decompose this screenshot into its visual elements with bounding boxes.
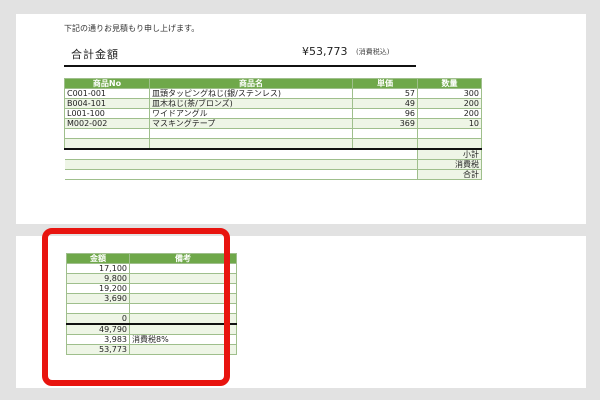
items-table: 商品No 商品名 単価 数量 C001-001 皿頭タッピングねじ(銀/ステンレ… <box>64 78 482 180</box>
table-row: B004-101 皿木ねじ(茶/ブロンズ) 49 200 <box>64 98 482 109</box>
cell-quantity: 200 <box>417 108 482 119</box>
intro-text: 下記の通りお見積もり申し上げます。 <box>64 24 200 33</box>
cell-product-no: L001-100 <box>64 108 150 119</box>
table-row: C001-001 皿頭タッピングねじ(銀/ステンレス) 57 300 <box>64 88 482 99</box>
grand-total-label: 合計 <box>417 169 482 180</box>
header-quantity: 数量 <box>417 78 482 89</box>
total-amount-value: ¥53,773 <box>302 45 348 58</box>
header-unit-price: 単価 <box>352 78 418 89</box>
cell-product-no: M002-002 <box>64 118 150 129</box>
cell-product-no: B004-101 <box>64 98 150 109</box>
cell-quantity: 300 <box>417 88 482 99</box>
cell-product-no: C001-001 <box>64 88 150 99</box>
cell-unit-price: 57 <box>352 88 418 99</box>
total-amount-label: 合計金額 <box>71 48 119 61</box>
grand-total-row: 合計 <box>64 169 482 180</box>
cell-quantity: 10 <box>417 118 482 129</box>
cell-product-name: マスキングテープ <box>149 118 353 129</box>
tax-row: 消費税 <box>64 159 482 170</box>
cell-product-name: 皿頭タッピングねじ(銀/ステンレス) <box>149 88 353 99</box>
header-product-no: 商品No <box>64 78 150 89</box>
cell-unit-price: 96 <box>352 108 418 119</box>
table-row: M002-002 マスキングテープ 369 10 <box>64 118 482 129</box>
cell-unit-price: 49 <box>352 98 418 109</box>
quote-sheet-top: 下記の通りお見積もり申し上げます。 合計金額 ¥53,773 (消費税込) 商品… <box>16 14 586 224</box>
table-row-empty <box>64 138 482 150</box>
subtotal-label: 小計 <box>417 148 482 160</box>
cell-product-name: ワイドアングル <box>149 108 353 119</box>
cell-quantity: 200 <box>417 98 482 109</box>
cell-product-name: 皿木ねじ(茶/ブロンズ) <box>149 98 353 109</box>
highlight-box <box>42 228 230 386</box>
table-row: L001-100 ワイドアングル 96 200 <box>64 108 482 119</box>
total-underline <box>64 65 416 67</box>
tax-included-note: (消費税込) <box>356 48 390 56</box>
cell-unit-price: 369 <box>352 118 418 129</box>
items-table-header: 商品No 商品名 単価 数量 <box>64 78 482 89</box>
header-product-name: 商品名 <box>149 78 353 89</box>
tax-label: 消費税 <box>417 159 482 170</box>
subtotal-row: 小計 <box>64 148 482 160</box>
table-row-empty <box>64 128 482 139</box>
